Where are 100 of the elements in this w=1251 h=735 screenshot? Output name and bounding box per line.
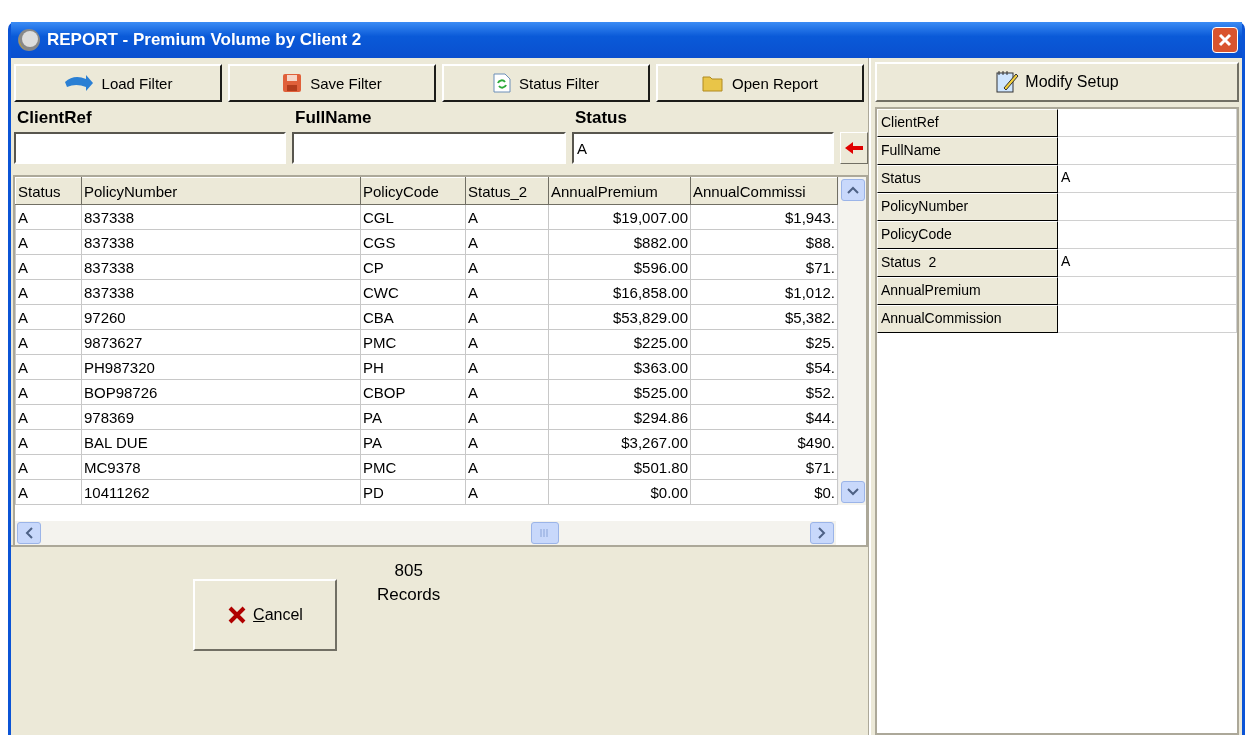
scroll-up-button[interactable] <box>840 179 865 201</box>
window-title: REPORT - Premium Volume by Client 2 <box>47 30 363 50</box>
table-cell: $19,007.00 <box>548 204 691 230</box>
column-header[interactable]: AnnualPremium <box>548 177 691 205</box>
table-cell: A <box>15 329 82 355</box>
table-cell: A <box>465 279 549 305</box>
toolbar-button[interactable]: Open Report <box>656 64 864 102</box>
table-cell: $25. <box>690 329 838 355</box>
table-cell: A <box>15 279 82 305</box>
filter-field[interactable] <box>14 132 286 164</box>
table-cell: $53,829.00 <box>548 304 691 330</box>
vertical-scrollbar[interactable] <box>838 177 866 505</box>
table-cell: A <box>15 254 82 280</box>
table-cell: $5,382. <box>690 304 838 330</box>
apply-button[interactable] <box>840 132 868 164</box>
table-cell: A <box>465 204 549 230</box>
close-icon <box>1218 33 1232 47</box>
field-value: A <box>1058 165 1237 193</box>
table-cell: PA <box>360 429 466 455</box>
column-header[interactable]: AnnualCommissi <box>690 177 838 205</box>
field-name: AnnualPremium <box>877 277 1058 305</box>
table-cell: $225.00 <box>548 329 691 355</box>
table-cell: 837338 <box>81 204 361 230</box>
filter-label: FullName <box>294 108 373 128</box>
table-cell: A <box>465 404 549 430</box>
table-cell: 97260 <box>81 304 361 330</box>
table-cell: $88. <box>690 229 838 255</box>
close-button[interactable] <box>1212 27 1238 53</box>
table-cell: A <box>465 304 549 330</box>
table-cell: A <box>15 404 82 430</box>
table-cell: 837338 <box>81 254 361 280</box>
table-cell: BAL DUE <box>81 429 361 455</box>
table-cell: $596.00 <box>548 254 691 280</box>
table-cell: $16,858.00 <box>548 279 691 305</box>
table-cell: A <box>465 379 549 405</box>
table-cell: A <box>15 204 82 230</box>
chevron-up-icon <box>846 186 859 194</box>
table-cell: $3,267.00 <box>548 429 691 455</box>
filter-label: Status <box>574 108 628 128</box>
modify-setup-button[interactable]: Modify Setup <box>875 62 1239 102</box>
scroll-thumb[interactable] <box>531 522 559 544</box>
table-cell: A <box>15 229 82 255</box>
field-name: Status <box>877 165 1058 193</box>
refresh-document-icon <box>493 73 511 93</box>
chevron-left-icon <box>25 527 33 539</box>
chevron-right-icon <box>818 527 826 539</box>
table-cell: A <box>465 454 549 480</box>
table-cell: $490. <box>690 429 838 455</box>
table-cell: A <box>15 354 82 380</box>
column-header[interactable]: PolicyNumber <box>81 177 361 205</box>
column-header[interactable]: PolicyCode <box>360 177 466 205</box>
field-name: ClientRef <box>877 109 1058 137</box>
table-cell: A <box>465 329 549 355</box>
globe-icon <box>17 28 41 52</box>
table-cell: PD <box>360 479 466 505</box>
record-count: 805 <box>394 561 423 581</box>
table-cell: A <box>465 354 549 380</box>
grip-icon <box>540 529 550 537</box>
field-name: PolicyCode <box>877 221 1058 249</box>
scroll-left-button[interactable] <box>17 522 41 544</box>
table-cell: A <box>15 454 82 480</box>
column-header[interactable]: Status_2 <box>465 177 549 205</box>
table-cell: PMC <box>360 454 466 480</box>
cancel-button[interactable]: Cancel <box>193 579 337 651</box>
table-cell: $0.00 <box>548 479 691 505</box>
scroll-down-button[interactable] <box>840 481 865 503</box>
horizontal-scrollbar[interactable] <box>15 521 836 545</box>
arrow-icon <box>63 74 94 92</box>
table-cell: $525.00 <box>548 379 691 405</box>
table-cell: CBA <box>360 304 466 330</box>
table-cell: PMC <box>360 329 466 355</box>
table-cell: PH987320 <box>81 354 361 380</box>
table-cell: $71. <box>690 254 838 280</box>
table-cell: $501.80 <box>548 454 691 480</box>
table-cell: $52. <box>690 379 838 405</box>
table-cell: A <box>15 304 82 330</box>
table-cell: A <box>15 429 82 455</box>
column-header[interactable]: Status <box>15 177 82 205</box>
table-cell: $882.00 <box>548 229 691 255</box>
table-cell: A <box>15 479 82 505</box>
notepad-pencil-icon <box>995 70 1020 94</box>
table-cell: A <box>465 254 549 280</box>
toolbar-button[interactable]: Save Filter <box>228 64 436 102</box>
table-cell: $294.86 <box>548 404 691 430</box>
table-cell: $0. <box>690 479 838 505</box>
filter-field[interactable]: A <box>572 132 834 164</box>
table-cell: PA <box>360 404 466 430</box>
table-cell: A <box>465 429 549 455</box>
table-cell: PH <box>360 354 466 380</box>
scroll-right-button[interactable] <box>810 522 834 544</box>
filter-label: ClientRef <box>16 108 93 128</box>
filter-field[interactable] <box>292 132 566 164</box>
x-icon <box>227 605 248 625</box>
table-cell: $363.00 <box>548 354 691 380</box>
toolbar-button[interactable]: Status Filter <box>442 64 650 102</box>
field-name: Status 2 <box>877 249 1058 277</box>
field-name: PolicyNumber <box>877 193 1058 221</box>
table-cell: 837338 <box>81 229 361 255</box>
table-cell: $44. <box>690 404 838 430</box>
toolbar-button[interactable]: Load Filter <box>14 64 222 102</box>
